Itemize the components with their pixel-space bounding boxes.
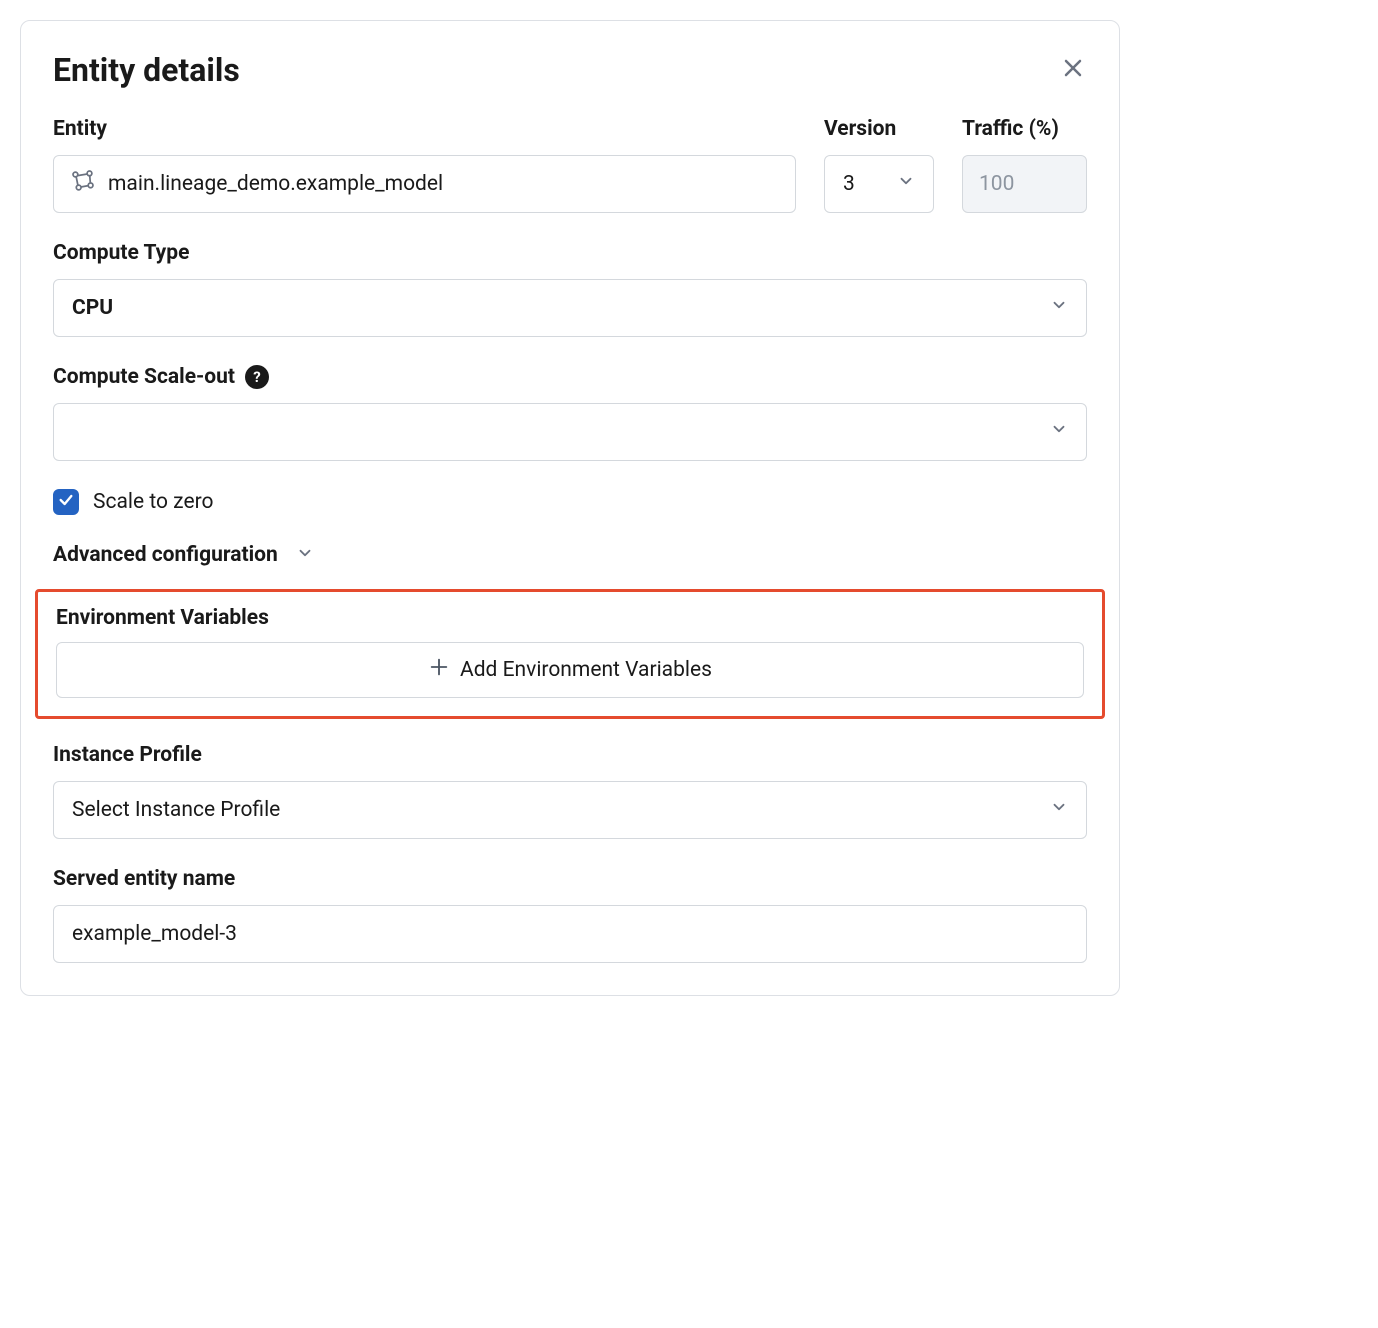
close-button[interactable] [1059, 56, 1087, 84]
entity-input[interactable]: main.lineage_demo.example_model [53, 155, 796, 213]
compute-scaleout-label: Compute Scale-out ? [53, 365, 1087, 389]
compute-type-value: CPU [72, 296, 113, 320]
served-entity-name-label: Served entity name [53, 867, 1087, 891]
instance-profile-select[interactable]: Select Instance Profile [53, 781, 1087, 839]
served-entity-name-section: Served entity name [53, 867, 1087, 963]
compute-scaleout-label-text: Compute Scale-out [53, 365, 235, 389]
panel-header: Entity details [53, 51, 1087, 89]
add-env-vars-label: Add Environment Variables [460, 658, 712, 682]
entity-details-panel: Entity details Entity [20, 20, 1120, 996]
version-select[interactable]: 3 [824, 155, 934, 213]
advanced-config-label: Advanced configuration [53, 543, 278, 567]
compute-type-select[interactable]: CPU [53, 279, 1087, 337]
traffic-value: 100 [979, 172, 1014, 196]
advanced-config-toggle[interactable]: Advanced configuration [53, 543, 1087, 567]
traffic-label: Traffic (%) [962, 117, 1087, 141]
chevron-down-icon [296, 544, 314, 566]
instance-profile-label: Instance Profile [53, 743, 1087, 767]
scale-to-zero-label: Scale to zero [93, 490, 213, 514]
close-icon [1061, 56, 1085, 84]
chevron-down-icon [1050, 798, 1068, 822]
instance-profile-section: Instance Profile Select Instance Profile [53, 743, 1087, 839]
version-value: 3 [843, 172, 855, 196]
chevron-down-icon [1050, 420, 1068, 444]
help-icon[interactable]: ? [245, 365, 269, 389]
traffic-field-group: Traffic (%) 100 [962, 117, 1087, 213]
compute-scaleout-select[interactable] [53, 403, 1087, 461]
env-vars-label: Environment Variables [56, 606, 1084, 630]
add-env-vars-button[interactable]: Add Environment Variables [56, 642, 1084, 698]
entity-field-group: Entity main.lineage_demo.example_model [53, 117, 796, 213]
scale-to-zero-row: Scale to zero [53, 489, 1087, 515]
compute-scaleout-section: Compute Scale-out ? [53, 365, 1087, 461]
compute-type-section: Compute Type CPU [53, 241, 1087, 337]
instance-profile-placeholder: Select Instance Profile [72, 798, 280, 822]
chevron-down-icon [1050, 296, 1068, 320]
chevron-down-icon [897, 172, 915, 196]
model-icon [70, 168, 96, 200]
scale-to-zero-checkbox[interactable] [53, 489, 79, 515]
top-field-row: Entity main.lineage_demo.example_model [53, 117, 1087, 213]
plus-icon [428, 656, 450, 684]
traffic-input: 100 [962, 155, 1087, 213]
version-field-group: Version 3 [824, 117, 934, 213]
env-vars-highlighted-section: Environment Variables Add Environment Va… [35, 589, 1105, 719]
entity-label: Entity [53, 117, 796, 141]
version-label: Version [824, 117, 934, 141]
entity-value: main.lineage_demo.example_model [108, 172, 443, 196]
panel-title: Entity details [53, 51, 240, 89]
compute-type-label: Compute Type [53, 241, 1087, 265]
served-entity-name-input[interactable] [53, 905, 1087, 963]
check-icon [58, 492, 74, 512]
